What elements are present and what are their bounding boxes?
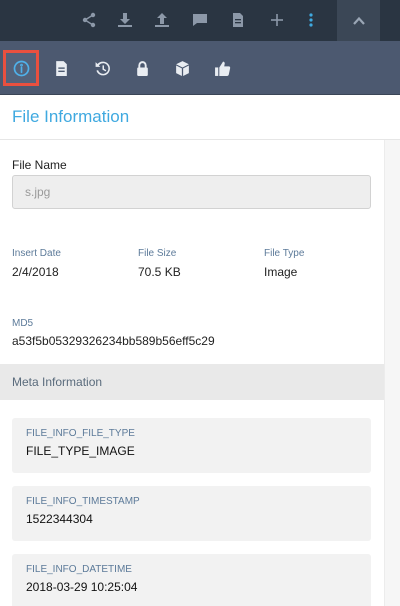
thumbs-up-icon bbox=[214, 61, 230, 76]
file-size: File Size 70.5 KB bbox=[138, 248, 181, 279]
info-icon bbox=[13, 60, 29, 76]
tab-history[interactable] bbox=[87, 53, 117, 83]
scrollbar[interactable] bbox=[384, 140, 400, 606]
top-toolbar bbox=[0, 0, 400, 41]
meta-item: FILE_INFO_FILE_TYPE FILE_TYPE_IMAGE bbox=[12, 418, 371, 473]
document-icon[interactable] bbox=[228, 10, 248, 30]
file-size-label: File Size bbox=[138, 248, 177, 259]
meta-item-key: FILE_INFO_TIMESTAMP bbox=[26, 496, 140, 507]
md5-value: a53f5b05329326234bb589b56eff5c29 bbox=[12, 334, 215, 348]
download-icon[interactable] bbox=[115, 10, 135, 30]
collapse-button[interactable] bbox=[337, 0, 380, 41]
tab-file-information[interactable] bbox=[3, 50, 39, 86]
md5-label: MD5 bbox=[12, 318, 34, 329]
tab-details[interactable] bbox=[46, 53, 76, 83]
file-size-value: 70.5 KB bbox=[138, 265, 181, 279]
tab-permissions[interactable] bbox=[127, 53, 157, 83]
file-information-content: File Name Insert Date 2/4/2018 File Size… bbox=[0, 140, 384, 606]
panel-title: File Information bbox=[12, 107, 130, 126]
md5: MD5 a53f5b05329326234bb589b56eff5c29 bbox=[12, 318, 215, 348]
history-icon bbox=[95, 61, 110, 75]
insert-date-label: Insert Date bbox=[12, 248, 61, 259]
meta-item-value: 2018-03-29 10:25:04 bbox=[26, 580, 138, 594]
file-type-value: Image bbox=[264, 265, 298, 279]
meta-item-value: 1522344304 bbox=[26, 512, 93, 526]
plus-icon[interactable] bbox=[267, 10, 287, 30]
meta-item-value: FILE_TYPE_IMAGE bbox=[26, 444, 135, 458]
chevron-up-icon bbox=[352, 16, 365, 25]
file-name-field[interactable] bbox=[12, 175, 371, 209]
more-vertical-icon[interactable] bbox=[301, 10, 321, 30]
meta-item-key: FILE_INFO_FILE_TYPE bbox=[26, 428, 135, 439]
share-icon[interactable] bbox=[79, 10, 99, 30]
lock-icon bbox=[136, 60, 148, 76]
meta-information-header: Meta Information bbox=[0, 364, 384, 400]
details-icon bbox=[55, 60, 67, 76]
insert-date-value: 2/4/2018 bbox=[12, 265, 59, 279]
tab-likes[interactable] bbox=[207, 53, 237, 83]
panel-tab-bar bbox=[0, 41, 400, 95]
meta-item: FILE_INFO_DATETIME 2018-03-29 10:25:04 bbox=[12, 554, 371, 606]
upload-icon[interactable] bbox=[152, 10, 172, 30]
file-type-label: File Type bbox=[264, 248, 305, 259]
packages-icon bbox=[175, 60, 189, 76]
meta-item: FILE_INFO_TIMESTAMP 1522344304 bbox=[12, 486, 371, 541]
file-name-label: File Name bbox=[12, 158, 67, 172]
meta-information-title: Meta Information bbox=[12, 375, 103, 389]
insert-date: Insert Date 2/4/2018 bbox=[12, 248, 61, 279]
panel-header: File Information bbox=[0, 95, 400, 140]
meta-item-key: FILE_INFO_DATETIME bbox=[26, 564, 132, 575]
comment-icon[interactable] bbox=[190, 10, 210, 30]
file-type: File Type Image bbox=[264, 248, 304, 279]
tab-packages[interactable] bbox=[167, 53, 197, 83]
